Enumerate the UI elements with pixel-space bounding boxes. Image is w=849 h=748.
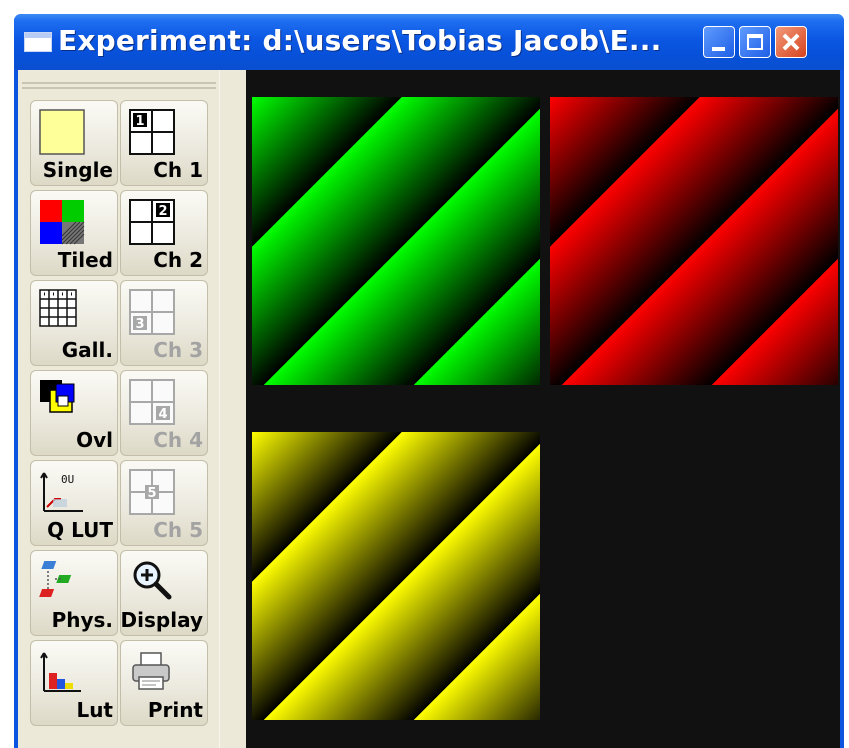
quick-lut-button[interactable]: 0U Q LUT bbox=[30, 460, 118, 546]
channel-1-label: Ch 1 bbox=[153, 158, 203, 182]
title-bar[interactable]: Experiment: d:\users\Tobias Jacob\E... bbox=[14, 14, 844, 70]
display-zoom-button[interactable]: Display bbox=[120, 550, 208, 636]
physical-units-button[interactable]: Phys. bbox=[30, 550, 118, 636]
zoom-display-icon bbox=[133, 561, 172, 600]
overlay-icon bbox=[40, 380, 75, 413]
physical-units-label: Phys. bbox=[51, 608, 113, 632]
quick-lut-label: Q LUT bbox=[47, 518, 113, 542]
channel-2-icon-number: 2 bbox=[158, 204, 167, 219]
print-button[interactable]: Print bbox=[120, 640, 208, 726]
gallery-view-icon bbox=[39, 289, 77, 327]
single-view-icon bbox=[39, 109, 85, 155]
single-view-label: Single bbox=[42, 158, 113, 182]
channel-3-label: Ch 3 bbox=[153, 338, 203, 362]
toolbar-grip[interactable] bbox=[22, 82, 216, 89]
gallery-view-label: Gall. bbox=[61, 338, 113, 362]
tiled-view-button[interactable]: Tiled bbox=[30, 190, 118, 276]
lut-icon bbox=[40, 652, 81, 692]
window-title: Experiment: d:\users\Tobias Jacob\E... bbox=[58, 24, 662, 57]
channel-4-label: Ch 4 bbox=[153, 428, 203, 452]
channel-5-icon-number: 5 bbox=[147, 486, 156, 501]
channel-5-label: Ch 5 bbox=[153, 518, 203, 542]
channel-3-button[interactable]: 3 Ch 3 bbox=[120, 280, 208, 366]
tiled-view-label: Tiled bbox=[57, 248, 113, 272]
experiment-window: Experiment: d:\users\Tobias Jacob\E... S… bbox=[14, 14, 844, 748]
channel-3-icon-number: 3 bbox=[135, 317, 144, 332]
overlay-label: Ovl bbox=[76, 428, 113, 452]
channel-1-button[interactable]: 1 Ch 1 bbox=[120, 100, 208, 186]
minimize-button[interactable] bbox=[703, 26, 735, 58]
channel-1-image-green[interactable] bbox=[252, 97, 540, 385]
channel-3-icon: 3 bbox=[129, 289, 175, 335]
overlay-button[interactable]: Ovl bbox=[30, 370, 118, 456]
single-view-button[interactable]: Single bbox=[30, 100, 118, 186]
gallery-view-button[interactable]: Gall. bbox=[30, 280, 118, 366]
image-viewport[interactable] bbox=[246, 70, 840, 748]
close-button[interactable] bbox=[775, 26, 807, 58]
quick-lut-icon: 0U bbox=[40, 472, 83, 512]
physical-units-icon bbox=[39, 561, 72, 597]
channel-2-button[interactable]: 2 Ch 2 bbox=[120, 190, 208, 276]
maximize-icon bbox=[747, 34, 763, 50]
quick-lut-icon-text: 0U bbox=[61, 473, 74, 486]
window-client-area: Single 1 Ch 1 Tiled 2 Ch 2 Gall. 3 Ch 3 … bbox=[18, 70, 840, 748]
channel-5-button[interactable]: 5 Ch 5 bbox=[120, 460, 208, 546]
view-toolbar: Single 1 Ch 1 Tiled 2 Ch 2 Gall. 3 Ch 3 … bbox=[18, 70, 247, 748]
channel-3-image-yellow[interactable] bbox=[252, 432, 540, 720]
channel-4-icon-number: 4 bbox=[158, 407, 167, 422]
maximize-button[interactable] bbox=[739, 26, 771, 58]
display-label: Display bbox=[120, 608, 203, 632]
tiled-view-icon bbox=[40, 200, 85, 245]
channel-5-icon: 5 bbox=[129, 469, 175, 515]
channel-2-image-red[interactable] bbox=[550, 97, 838, 385]
window-system-icon[interactable] bbox=[24, 32, 52, 52]
channel-1-icon-number: 1 bbox=[135, 114, 144, 129]
channel-2-label: Ch 2 bbox=[153, 248, 203, 272]
lut-button[interactable]: Lut bbox=[30, 640, 118, 726]
panel-splitter[interactable] bbox=[219, 70, 247, 748]
printer-icon bbox=[132, 652, 170, 690]
lut-label: Lut bbox=[76, 698, 113, 722]
channel-2-icon: 2 bbox=[129, 199, 175, 245]
channel-4-button[interactable]: 4 Ch 4 bbox=[120, 370, 208, 456]
minimize-icon bbox=[712, 47, 725, 51]
channel-1-icon: 1 bbox=[129, 109, 175, 155]
print-label: Print bbox=[147, 698, 203, 722]
channel-4-icon: 4 bbox=[129, 379, 175, 425]
